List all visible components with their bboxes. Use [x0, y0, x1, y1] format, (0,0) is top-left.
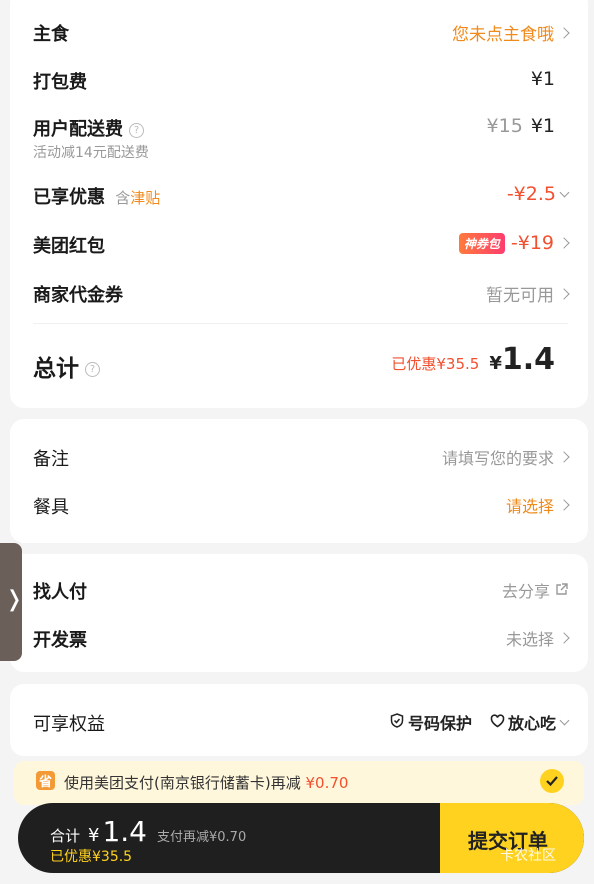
- shield-icon: [390, 712, 404, 732]
- save-icon: 省: [36, 771, 55, 790]
- invoice-value: 未选择: [505, 630, 554, 649]
- red-packet-row[interactable]: 美团红包 神券包 -¥19: [10, 232, 588, 258]
- pay-promo-amount: ¥0.70: [305, 774, 349, 792]
- price-summary-card: 主食 您未点主食哦 打包费 ¥1 用户配送费? 活动减14元配送费 ¥15 ¥1…: [10, 0, 588, 408]
- discount-tag-prefix: 含: [115, 189, 131, 207]
- total-row: 总计? 已优惠¥35.5 ¥ 1.4: [10, 342, 588, 382]
- packing-fee-row: 打包费 ¥1: [10, 68, 588, 93]
- chevron-right-icon: [558, 287, 570, 300]
- heart-icon: [490, 713, 505, 732]
- staple-label: 主食: [33, 24, 69, 45]
- delivery-fee-value: ¥1: [530, 115, 555, 137]
- number-protection: 号码保护: [407, 714, 472, 733]
- tableware-row[interactable]: 餐具 请选择: [10, 493, 588, 518]
- safe-eating: 放心吃: [507, 714, 556, 733]
- chevron-right-icon: ❭: [5, 587, 24, 612]
- discount-label-text: 已享优惠: [33, 187, 105, 208]
- delivery-fee-note: 活动减14元配送费: [33, 145, 149, 161]
- packing-fee-value: ¥1: [530, 68, 555, 90]
- chevron-right-icon: [558, 451, 570, 463]
- note-label: 备注: [33, 449, 69, 470]
- packing-fee-label: 打包费: [33, 72, 87, 93]
- voucher-label: 商家代金券: [33, 285, 123, 306]
- benefits-label: 可享权益: [33, 714, 105, 735]
- tableware-value: 请选择: [505, 497, 554, 516]
- checkmark-icon[interactable]: [540, 769, 564, 793]
- total-label-text: 总计: [33, 356, 79, 382]
- voucher-value: 暂无可用: [486, 286, 554, 306]
- bar-amount: 1.4: [102, 815, 147, 848]
- staple-value: 您未点主食哦: [452, 25, 554, 45]
- red-packet-value: -¥19: [510, 232, 554, 254]
- delivery-fee-label: 用户配送费?: [33, 115, 144, 141]
- bar-currency: ¥: [88, 825, 100, 846]
- help-icon[interactable]: ?: [129, 122, 144, 138]
- chevron-down-icon: [559, 187, 570, 197]
- divider: [33, 323, 568, 324]
- pay-for-me-row[interactable]: 找人付 去分享: [10, 578, 588, 603]
- checkout-bar: 合计 ¥ 1.4 支付再减¥0.70 已优惠¥35.5 提交订单 卡农社区: [18, 803, 584, 873]
- voucher-row[interactable]: 商家代金券 暂无可用: [10, 281, 588, 306]
- pay-promo-text: 使用美团支付(南京银行储蓄卡)再减: [64, 774, 301, 792]
- coupon-badge: 神券包: [458, 232, 505, 254]
- delivery-fee-label-text: 用户配送费: [33, 119, 123, 140]
- benefits-card: 可享权益 号码保护 放心吃: [10, 684, 588, 756]
- total-currency: ¥: [489, 353, 502, 374]
- share-link: 去分享: [501, 582, 550, 601]
- note-placeholder: 请填写您的要求: [441, 449, 554, 468]
- staple-row[interactable]: 主食 您未点主食哦: [10, 20, 588, 45]
- red-packet-label: 美团红包: [33, 236, 105, 257]
- bar-extra-discount: 支付再减¥0.70: [157, 830, 247, 845]
- benefits-row[interactable]: 可享权益 号码保护 放心吃: [10, 710, 588, 735]
- chevron-right-icon: [558, 237, 570, 249]
- invoice-label: 开发票: [33, 630, 87, 651]
- chevron-right-icon: [558, 26, 570, 39]
- submit-order-button[interactable]: 提交订单 卡农社区: [440, 803, 584, 873]
- extras-card: 备注 请填写您的要求 餐具 请选择: [10, 419, 588, 543]
- chevron-right-icon: [558, 632, 570, 644]
- pay-promo-banner[interactable]: 省 使用美团支付(南京银行储蓄卡)再减 ¥0.70: [14, 761, 584, 805]
- discount-value: -¥2.5: [506, 183, 556, 205]
- delivery-fee-original: ¥15: [486, 115, 523, 137]
- note-row[interactable]: 备注 请填写您的要求: [10, 445, 588, 470]
- discount-row[interactable]: 已享优惠 含津贴 -¥2.5: [10, 183, 588, 209]
- share-icon: [555, 581, 568, 600]
- discount-tag: 津贴: [130, 189, 161, 207]
- watermark: 卡农社区: [500, 848, 556, 864]
- delivery-fee-row: 用户配送费? 活动减14元配送费 ¥15 ¥1: [10, 115, 588, 161]
- pay-for-me-label: 找人付: [33, 582, 87, 603]
- total-label: 总计?: [33, 349, 100, 383]
- help-icon[interactable]: ?: [85, 362, 100, 377]
- invoice-row[interactable]: 开发票 未选择: [10, 626, 588, 651]
- chevron-right-icon: [558, 499, 570, 511]
- total-amount: 1.4: [501, 342, 555, 377]
- bar-saved: 已优惠¥35.5: [50, 849, 133, 865]
- tableware-label: 餐具: [33, 497, 69, 518]
- total-saved: 已优惠¥35.5: [391, 355, 480, 373]
- side-drawer-tab[interactable]: ❭: [0, 543, 24, 661]
- discount-label: 已享优惠 含津贴: [33, 183, 160, 209]
- payment-options-card: 找人付 去分享 开发票 未选择: [10, 554, 588, 672]
- bar-total-label: 合计: [50, 827, 81, 845]
- chevron-down-icon: [559, 715, 570, 725]
